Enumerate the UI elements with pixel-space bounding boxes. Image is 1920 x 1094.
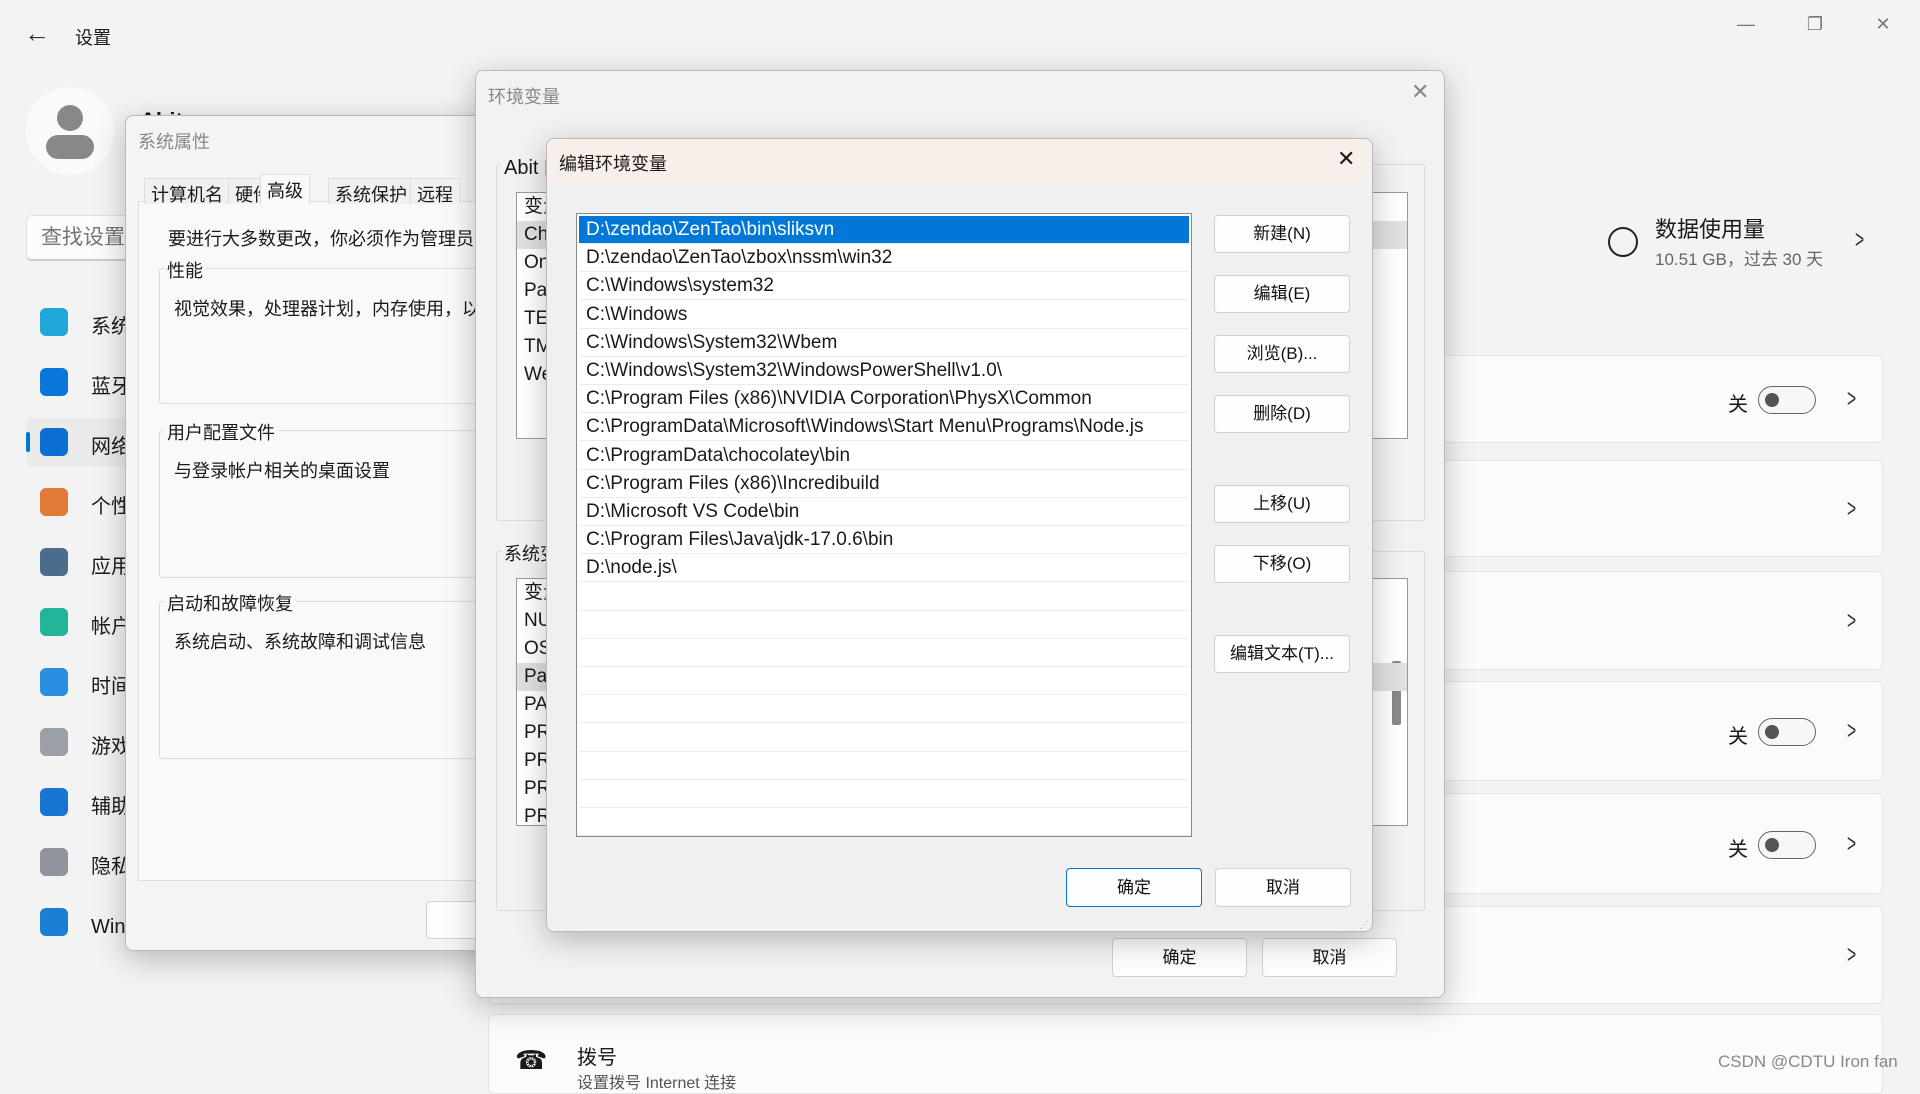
browse-button[interactable]: 浏览(B)...	[1214, 335, 1350, 373]
path-row[interactable]: C:\ProgramData\Microsoft\Windows\Start M…	[579, 413, 1189, 442]
new-button[interactable]: 新建(N)	[1214, 215, 1350, 253]
account-icon	[40, 608, 68, 636]
shield-icon	[40, 848, 68, 876]
toggle-switch[interactable]	[1758, 386, 1816, 414]
active-indicator	[26, 432, 30, 452]
path-row[interactable]: C:\Program Files (x86)\NVIDIA Corporatio…	[579, 385, 1189, 414]
empty-row[interactable]	[579, 752, 1189, 780]
dialup-subtitle: 设置拨号 Internet 连接	[577, 1075, 737, 1092]
title-bar: 编辑环境变量 ✕	[547, 139, 1372, 181]
chevron-right-icon[interactable]: >	[1847, 828, 1856, 859]
ok-button[interactable]: 确定	[1066, 868, 1202, 907]
path-row[interactable]: D:\node.js\	[579, 554, 1189, 583]
path-row[interactable]: D:\zendao\ZenTao\bin\sliksvn	[579, 216, 1189, 244]
data-usage-subtitle: 10.51 GB，过去 30 天	[1655, 250, 1824, 269]
toggle-state-label: 关	[1728, 838, 1748, 861]
group-label: 启动和故障恢复	[164, 590, 296, 616]
chevron-right-icon[interactable]: >	[1847, 383, 1856, 414]
path-row[interactable]: D:\Microsoft VS Code\bin	[579, 498, 1189, 526]
path-row[interactable]: C:\Windows	[579, 301, 1189, 329]
bluetooth-icon	[40, 368, 68, 396]
chevron-right-icon[interactable]: >	[1847, 605, 1856, 636]
resize-grip-icon[interactable]: ⋰	[1359, 920, 1369, 931]
data-usage-icon	[1608, 227, 1638, 257]
edit-environment-variable-dialog: 编辑环境变量 ✕ D:\zendao\ZenTao\bin\sliksvn D:\…	[546, 138, 1373, 932]
dialup-icon: ☎	[515, 1045, 548, 1075]
dialog-title: 环境变量	[488, 87, 560, 107]
toggle-switch[interactable]	[1758, 830, 1816, 859]
gamepad-icon	[40, 728, 68, 756]
dialup-title: 拨号	[577, 1047, 617, 1069]
system-icon	[40, 308, 68, 336]
group-label: 性能	[164, 257, 206, 283]
update-icon	[40, 908, 68, 936]
dialog-title: 系统属性	[138, 132, 210, 152]
edit-text-button[interactable]: 编辑文本(T)...	[1214, 635, 1350, 673]
empty-row[interactable]	[579, 639, 1189, 667]
wifi-icon	[40, 428, 68, 456]
group-description: 系统启动、系统故障和调试信息	[174, 632, 426, 652]
cancel-button[interactable]: 取消	[1215, 868, 1351, 907]
path-row[interactable]: C:\Windows\system32	[579, 272, 1189, 301]
tab[interactable]: 系统保护	[328, 178, 414, 205]
path-row[interactable]: C:\Program Files\Java\jdk-17.0.6\bin	[579, 526, 1189, 555]
empty-row[interactable]	[579, 583, 1189, 611]
path-row[interactable]: C:\ProgramData\chocolatey\bin	[579, 442, 1189, 470]
chevron-right-icon[interactable]: >	[1847, 493, 1856, 524]
avatar	[26, 87, 114, 175]
empty-row[interactable]	[579, 611, 1189, 639]
path-list[interactable]: D:\zendao\ZenTao\bin\sliksvn D:\zendao\Ze…	[576, 213, 1192, 837]
empty-row[interactable]	[579, 780, 1189, 808]
apps-icon	[40, 548, 68, 576]
edit-button[interactable]: 编辑(E)	[1214, 275, 1350, 313]
data-usage-title[interactable]: 数据使用量	[1655, 212, 1765, 244]
chevron-right-icon[interactable]: >	[1855, 224, 1864, 255]
path-row[interactable]: C:\Program Files (x86)\Incredibuild	[579, 470, 1189, 498]
empty-row[interactable]	[579, 724, 1189, 752]
down-button[interactable]: 下移(O)	[1214, 545, 1350, 583]
group-description: 与登录帐户相关的桌面设置	[174, 461, 390, 481]
minimize-icon[interactable]: —	[1723, 10, 1769, 38]
watermark: CSDN @CDTU Iron fan	[1718, 1052, 1898, 1071]
toggle-switch[interactable]	[1758, 718, 1816, 746]
back-arrow-icon[interactable]: ←	[24, 18, 50, 49]
tab[interactable]: 计算机名	[144, 178, 230, 205]
window-title: 设置	[75, 28, 111, 48]
empty-row[interactable]	[579, 695, 1189, 724]
group-label: 用户配置文件	[164, 419, 278, 445]
delete-button[interactable]: 删除(D)	[1214, 395, 1350, 433]
dialog-title: 编辑环境变量	[559, 154, 667, 174]
path-row[interactable]: C:\Windows\System32\WindowsPowerShell\v1…	[579, 357, 1189, 385]
tab[interactable]: 远程	[410, 178, 460, 205]
globe-clock-icon	[40, 668, 68, 696]
tab[interactable]: 高级	[260, 174, 310, 204]
up-button[interactable]: 上移(U)	[1214, 485, 1350, 523]
path-row[interactable]: D:\zendao\ZenTao\zbox\nssm\win32	[579, 244, 1189, 273]
maximize-icon[interactable]: ❐	[1792, 10, 1838, 38]
chevron-right-icon[interactable]: >	[1847, 939, 1856, 970]
path-row[interactable]: C:\Windows\System32\Wbem	[579, 329, 1189, 357]
close-icon[interactable]: ✕	[1860, 10, 1906, 38]
empty-row[interactable]	[579, 808, 1189, 836]
accessibility-icon	[40, 788, 68, 816]
close-icon[interactable]: ✕	[1411, 79, 1429, 105]
empty-row[interactable]	[579, 667, 1189, 696]
toggle-state-label: 关	[1728, 726, 1748, 748]
toggle-state-label: 关	[1728, 394, 1748, 416]
close-icon[interactable]: ✕	[1337, 146, 1355, 172]
chevron-right-icon[interactable]: >	[1847, 715, 1856, 746]
admin-note: 要进行大多数更改，你必须作为管理员登录。	[168, 229, 528, 249]
dialup-card[interactable]: ☎ 拨号 设置拨号 Internet 连接	[488, 1014, 1883, 1094]
ok-button[interactable]: 确定	[1112, 938, 1247, 977]
brush-icon	[40, 488, 68, 516]
cancel-button[interactable]: 取消	[1262, 938, 1397, 977]
